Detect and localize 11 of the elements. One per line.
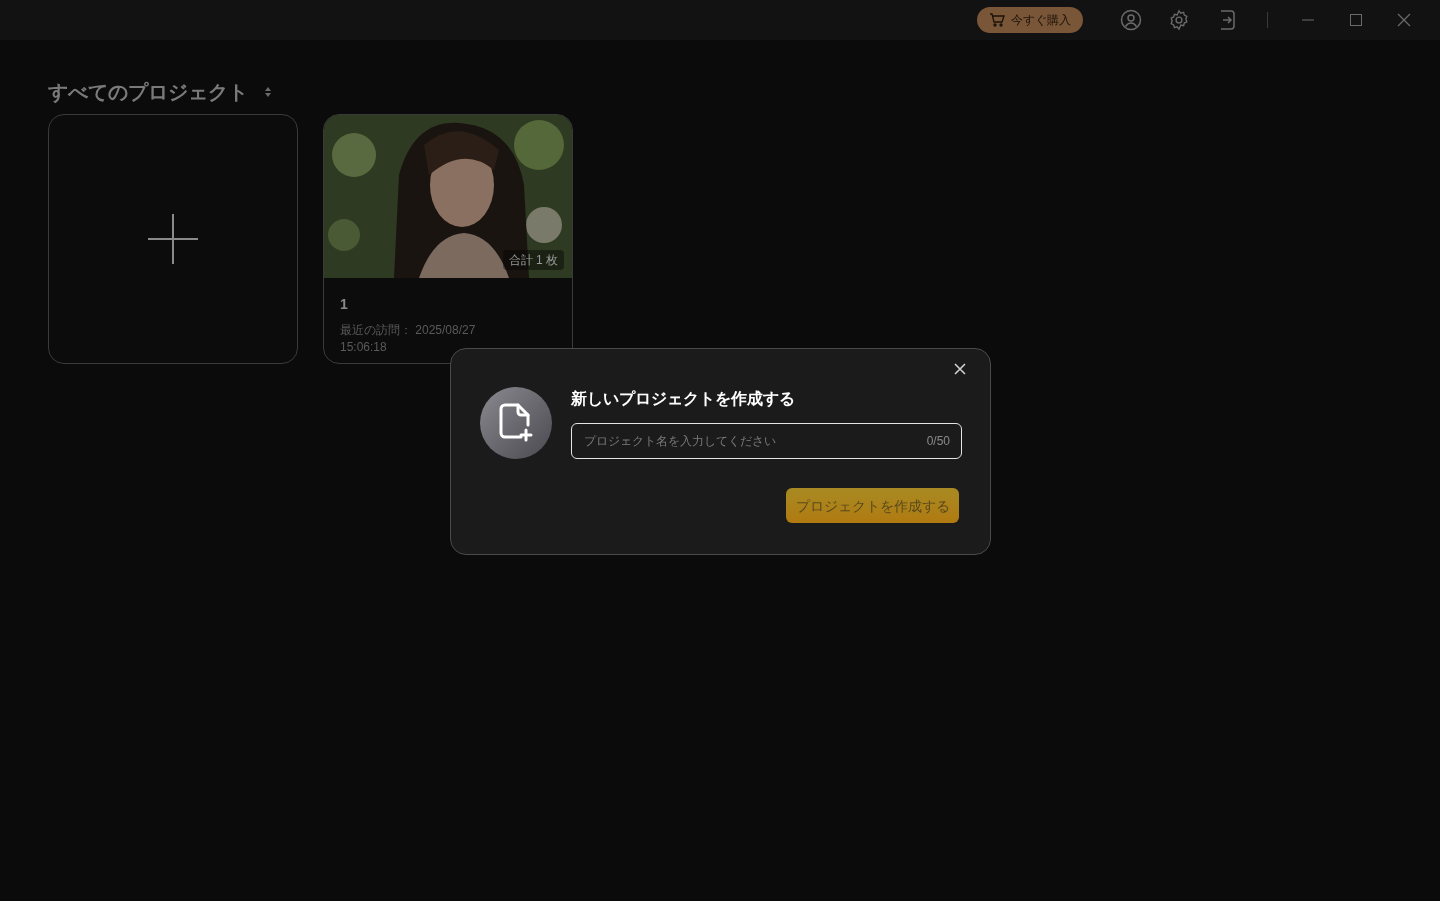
project-name: 1 [340, 295, 349, 314]
buy-button[interactable]: 今すぐ購入 [977, 7, 1083, 33]
project-card[interactable]: 合計 1 枚 1 最近の訪問： 2025/08/27 15:06:18 [323, 114, 573, 364]
page-heading: すべてのプロジェクト [48, 80, 248, 105]
last-visited-text: 最近の訪問： 2025/08/27 15:06:18 [340, 322, 477, 356]
character-counter: 0/50 [926, 433, 950, 449]
plus-icon [147, 213, 199, 265]
cart-icon [989, 13, 1005, 27]
sort-icon[interactable] [264, 86, 272, 98]
dialog-title: 新しいプロジェクトを作成する [571, 389, 795, 409]
photo-count-badge: 合計 1 枚 [502, 250, 564, 270]
